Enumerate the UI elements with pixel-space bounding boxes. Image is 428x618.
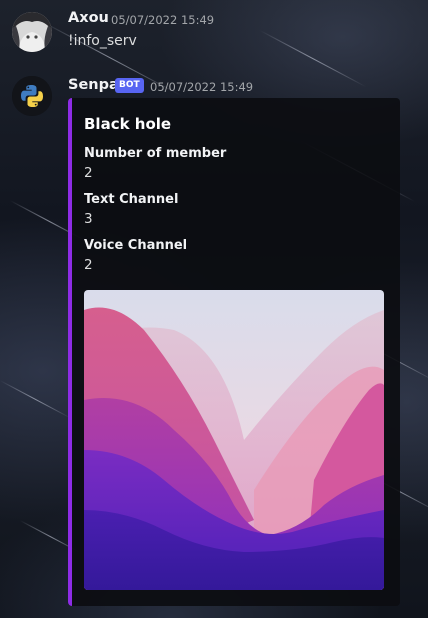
- message-timestamp: 05/07/2022 15:49: [150, 80, 254, 94]
- embed-title: Black hole: [84, 115, 172, 133]
- embed-accent-bar: [68, 98, 72, 606]
- message-timestamp: 05/07/2022 15:49: [111, 13, 215, 27]
- anime-avatar-icon: [12, 12, 52, 52]
- embed-field-value: 2: [84, 257, 93, 273]
- embed-field-value: 2: [84, 165, 93, 181]
- embed-field-value: 3: [84, 211, 93, 227]
- message-text: !info_serv: [68, 33, 137, 49]
- embed-field-name: Text Channel: [84, 192, 179, 207]
- purple-mountain-wallpaper: [84, 290, 384, 590]
- bot-badge: BOT: [115, 78, 144, 93]
- embed: Black hole Number of member 2 Text Chann…: [68, 98, 400, 606]
- avatar[interactable]: [12, 76, 52, 116]
- python-logo-icon: [12, 76, 52, 116]
- embed-field-name: Voice Channel: [84, 238, 188, 253]
- embed-field-name: Number of member: [84, 146, 227, 161]
- message-author[interactable]: Axou: [68, 10, 109, 26]
- avatar[interactable]: [12, 12, 52, 52]
- message-author[interactable]: Senpa: [68, 77, 119, 93]
- embed-image[interactable]: [84, 290, 384, 590]
